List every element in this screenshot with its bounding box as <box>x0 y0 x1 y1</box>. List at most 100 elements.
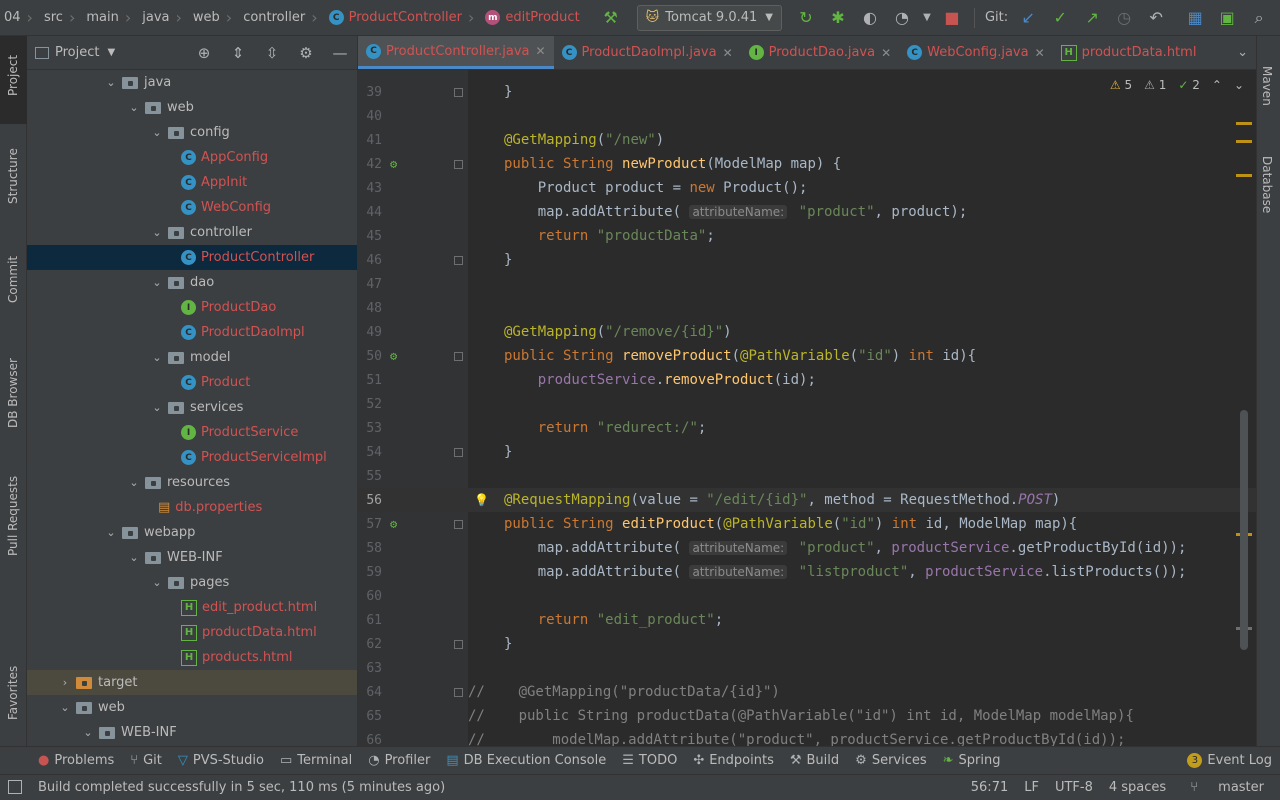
more-run-chevron-icon[interactable]: ▼ <box>921 5 933 31</box>
tree-item[interactable]: C AppConfig <box>27 145 357 170</box>
chevron-down-icon[interactable]: ⌄ <box>150 576 164 589</box>
warning-marker[interactable] <box>1236 174 1252 177</box>
tree-item[interactable]: ▤ db.properties <box>27 495 357 520</box>
tool-tab-pull-requests[interactable]: Pull Requests <box>0 461 27 571</box>
fold-marker[interactable] <box>454 519 463 529</box>
tool-tab-db-browser[interactable]: DB Browser <box>0 336 27 446</box>
tool-window-spring[interactable]: ❧ Spring <box>935 753 1009 768</box>
build-hammer-icon[interactable]: ⚒ <box>598 5 624 31</box>
search-everywhere-icon[interactable]: ⌕ <box>1246 5 1272 31</box>
chevron-down-icon[interactable]: ⌄ <box>127 476 141 489</box>
git-commit-icon[interactable]: ✓ <box>1047 5 1073 31</box>
collapse-all-icon[interactable]: ⇳ <box>255 44 289 62</box>
code-line[interactable]: 48 <box>358 296 1256 320</box>
tree-item[interactable]: ⌄ resources <box>27 470 357 495</box>
fold-marker[interactable] <box>454 639 463 649</box>
tool-window-services[interactable]: ⚙ Services <box>847 753 934 768</box>
code-line[interactable]: 46} <box>358 248 1256 272</box>
fold-marker[interactable] <box>454 687 463 697</box>
code-line[interactable]: 61 return "edit_product"; <box>358 608 1256 632</box>
tool-tab-project[interactable]: Project <box>0 36 27 124</box>
file-encoding[interactable]: UTF-8 <box>1047 780 1101 795</box>
code-line[interactable]: 62} <box>358 632 1256 656</box>
editor-tab[interactable]: C ProductController.java ✕ <box>358 36 554 69</box>
chevron-down-icon[interactable]: ⌄ <box>127 101 141 114</box>
code-line[interactable]: 47 <box>358 272 1256 296</box>
tree-item[interactable]: ⌄ java <box>27 70 357 95</box>
code-line[interactable]: 53 return "redurect:/"; <box>358 416 1256 440</box>
code-line[interactable]: 55 <box>358 464 1256 488</box>
chevron-right-icon[interactable]: › <box>58 676 72 689</box>
fold-marker[interactable] <box>454 255 463 265</box>
toggle-tool-windows-icon[interactable] <box>8 780 22 794</box>
editor-tab[interactable]: HproductData.html <box>1053 36 1205 69</box>
tree-item[interactable]: ⌄ WEB-INF <box>27 545 357 570</box>
tree-item[interactable]: ⌄ webapp <box>27 520 357 545</box>
tool-tab-maven[interactable]: Maven <box>1256 62 1280 112</box>
tree-item[interactable]: I ProductDao <box>27 295 357 320</box>
close-tab-icon[interactable]: ✕ <box>723 46 733 60</box>
code-line[interactable]: 58 map.addAttribute( attributeName: "pro… <box>358 536 1256 560</box>
tree-item[interactable]: ⌄ web <box>27 695 357 720</box>
code-line[interactable]: 44 map.addAttribute( attributeName: "pro… <box>358 200 1256 224</box>
line-separator[interactable]: LF <box>1016 780 1047 795</box>
tool-window-endpoints[interactable]: ✣ Endpoints <box>685 753 782 768</box>
tree-item[interactable]: ⌄ pages <box>27 570 357 595</box>
code-line[interactable]: 66 // modelMap.addAttribute("product", pr… <box>358 728 1256 746</box>
fold-marker[interactable] <box>454 87 463 97</box>
editor-tab[interactable]: I ProductDao.java ✕ <box>741 36 900 69</box>
tree-item[interactable]: C Product <box>27 370 357 395</box>
fold-marker[interactable] <box>454 447 463 457</box>
breadcrumb-method[interactable]: m editProduct <box>481 0 583 36</box>
tool-window-db-execution-console[interactable]: ▤ DB Execution Console <box>438 753 614 768</box>
code-line[interactable]: 60 <box>358 584 1256 608</box>
tool-window-problems[interactable]: ● Problems <box>30 753 122 768</box>
git-branch[interactable]: ⑂ master <box>1174 780 1280 795</box>
breadcrumb-controller[interactable]: controller › <box>239 0 324 36</box>
code-line[interactable]: 43 Product product = new Product(); <box>358 176 1256 200</box>
code-line[interactable]: 49 @GetMapping("/remove/{id}") <box>358 320 1256 344</box>
tool-tab-database[interactable]: Database <box>1256 136 1280 226</box>
code-editor[interactable]: 39} 40 41 @GetMapping("/new") 42 ⚙ public Stri… <box>358 70 1256 746</box>
editor-scrollbar[interactable] <box>1240 410 1248 650</box>
code-line[interactable]: 56 💡 @RequestMapping(value = "/edit/{id}",… <box>358 488 1256 512</box>
close-tab-icon[interactable]: ✕ <box>881 46 891 60</box>
locate-icon[interactable]: ⊕ <box>187 44 221 62</box>
tree-item[interactable]: Hedit_product.html <box>27 595 357 620</box>
breadcrumb-project[interactable]: 04 › <box>0 0 40 36</box>
tree-item[interactable]: Hproducts.html <box>27 645 357 670</box>
next-highlight-icon[interactable]: ⌄ <box>1234 78 1244 92</box>
code-line[interactable]: 63 <box>358 656 1256 680</box>
git-history-icon[interactable]: ◷ <box>1111 5 1137 31</box>
breadcrumb-java[interactable]: java › <box>138 0 189 36</box>
inspection-widget[interactable]: ⚠ 5 ⚠ 1 ✓ 2 ⌃ ⌄ <box>1110 78 1244 92</box>
tree-item[interactable]: I ProductService <box>27 420 357 445</box>
run-gutter-icon[interactable]: ⚙ <box>390 517 397 531</box>
code-line[interactable]: 50 ⚙ public String removeProduct(@PathVari… <box>358 344 1256 368</box>
tool-window-todo[interactable]: ☰ TODO <box>614 753 685 768</box>
fold-marker[interactable] <box>454 351 463 361</box>
code-line[interactable]: 52 <box>358 392 1256 416</box>
indent-setting[interactable]: 4 spaces <box>1101 780 1174 795</box>
breadcrumb-class[interactable]: C ProductController › <box>325 0 482 36</box>
profile-icon[interactable]: ◔ <box>889 5 915 31</box>
tool-window-pvs-studio[interactable]: ▽ PVS-Studio <box>170 753 272 768</box>
chevron-down-icon[interactable]: ⌄ <box>81 726 95 739</box>
code-line[interactable]: 42 ⚙ public String newProduct(ModelMap map… <box>358 152 1256 176</box>
git-rollback-icon[interactable]: ↶ <box>1143 5 1169 31</box>
run-configuration-select[interactable]: 🐱 Tomcat 9.0.41 ▼ <box>636 4 782 31</box>
code-line[interactable]: 64 // @GetMapping("productData/{id}") <box>358 680 1256 704</box>
breadcrumb-main[interactable]: main › <box>82 0 138 36</box>
tool-window-build[interactable]: ⚒ Build <box>782 753 847 768</box>
tree-item[interactable]: C ProductServiceImpl <box>27 445 357 470</box>
gear-icon[interactable]: ⚙ <box>289 44 323 62</box>
tool-window-git[interactable]: ⑂ Git <box>122 753 170 768</box>
lightbulb-icon[interactable]: 💡 <box>474 493 489 507</box>
tree-item[interactable]: ⌄ WEB-INF <box>27 720 357 745</box>
git-update-icon[interactable]: ↙ <box>1015 5 1041 31</box>
close-tab-icon[interactable]: ✕ <box>535 44 545 58</box>
run-gutter-icon[interactable]: ⚙ <box>390 157 397 171</box>
chevron-down-icon[interactable]: ⌄ <box>104 76 118 89</box>
chevron-down-icon[interactable]: ⌄ <box>150 351 164 364</box>
tree-item[interactable]: ⌄ dao <box>27 270 357 295</box>
